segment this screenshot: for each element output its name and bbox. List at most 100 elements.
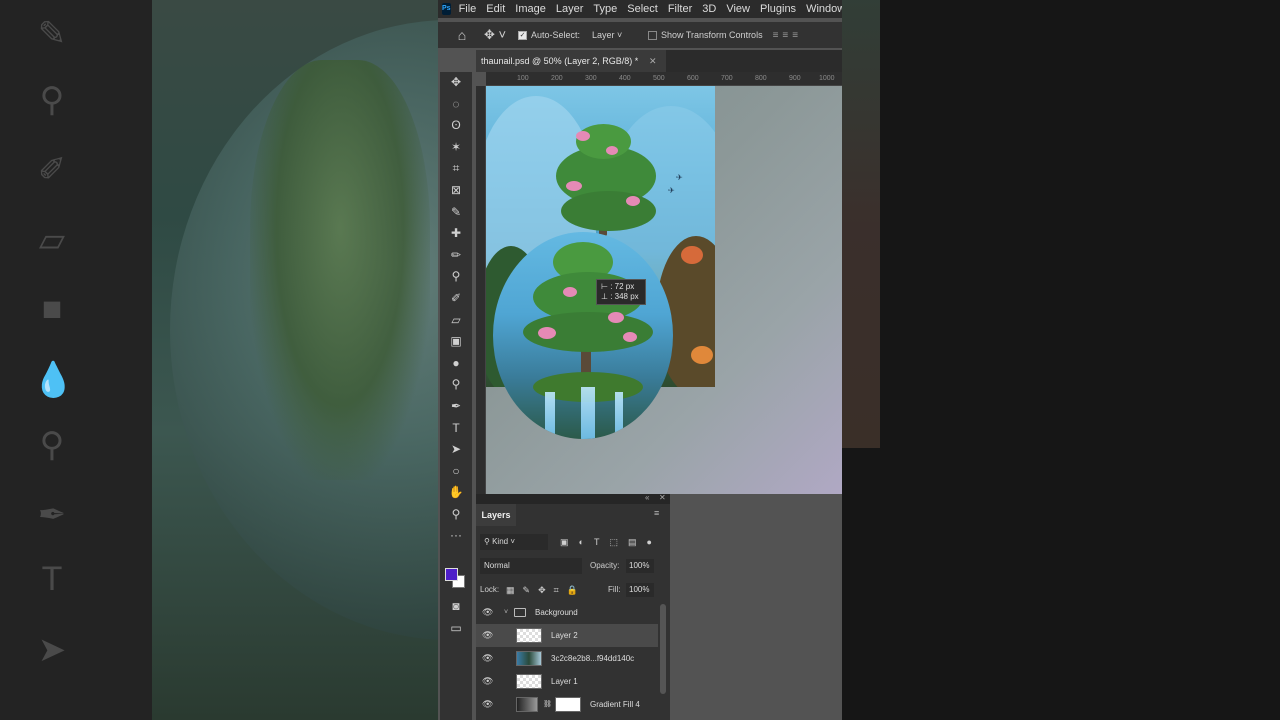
lock-pixels-icon[interactable]: ✎ (523, 582, 531, 598)
frame-tool-icon[interactable]: ⊠ (440, 180, 472, 202)
layer-row-background-group[interactable]: 👁 ˅ Background (476, 601, 658, 624)
lasso-tool-icon[interactable]: ʘ (440, 115, 472, 137)
layer-filter-kind-dropdown[interactable]: ⚲ Kind ˅ (480, 534, 548, 550)
hand-tool-icon[interactable]: ✋ (440, 482, 472, 504)
pen-icon: ✒ (37, 496, 67, 534)
lock-position-icon[interactable]: ✥ (538, 582, 546, 598)
crop-tool-icon[interactable]: ⌗ (440, 158, 472, 180)
collapse-panel-icon[interactable]: « (645, 493, 649, 502)
filter-adjustment-icon[interactable]: ◐ (579, 534, 584, 550)
blend-mode-dropdown[interactable]: Normal (480, 558, 582, 574)
filter-toggle-icon[interactable]: ● (646, 534, 651, 550)
align-icons[interactable]: ≡≡≡ (773, 30, 803, 41)
folder-icon (514, 608, 526, 617)
menu-file[interactable]: File (459, 3, 477, 15)
ruler-tick: 400 (619, 75, 631, 82)
filter-shape-icon[interactable]: ⬚ (609, 534, 618, 550)
menu-3d[interactable]: 3D (702, 3, 716, 15)
menu-select[interactable]: Select (627, 3, 658, 15)
blossom (623, 332, 637, 342)
history-brush-tool-icon[interactable]: ✐ (440, 288, 472, 310)
brush-icon: ✎ (37, 15, 67, 53)
panel-header-strip: « ✕ (476, 493, 670, 504)
eye-icon[interactable]: 👁 (482, 601, 493, 624)
background-zoom-right (842, 0, 1280, 720)
eraser-tool-icon[interactable]: ▱ (440, 310, 472, 332)
photoshop-window: Ps File Edit Image Layer Type Select Fil… (438, 0, 842, 720)
blossom (566, 181, 582, 191)
layers-scrollbar[interactable] (660, 604, 666, 694)
eye-icon[interactable]: 👁 (482, 647, 493, 670)
stamp-tool-icon[interactable]: ⚲ (440, 266, 472, 288)
video-frame: ✎ ⚲ ✐ ▱ ■ 💧 ⚲ ✒ T ➤ Ps File Edit Image L… (0, 0, 1280, 720)
zoom-tool-icon[interactable]: ⚲ (440, 504, 472, 526)
menu-view[interactable]: View (726, 3, 750, 15)
foreground-color-swatch[interactable] (445, 568, 458, 581)
eye-icon[interactable]: 👁 (482, 670, 493, 693)
blur-tool-icon[interactable]: ● (440, 353, 472, 375)
gradient-tool-icon[interactable]: ▣ (440, 331, 472, 353)
ruler-tick: 700 (721, 75, 733, 82)
menu-type[interactable]: Type (593, 3, 617, 15)
eye-icon[interactable]: 👁 (482, 693, 493, 716)
blossom (608, 312, 624, 323)
close-tab-icon[interactable]: ✕ (649, 50, 657, 72)
menu-edit[interactable]: Edit (486, 3, 505, 15)
path-select-tool-icon[interactable]: ➤ (440, 439, 472, 461)
ellipse-tool-icon[interactable]: ○ (440, 461, 472, 483)
dodge-tool-icon[interactable]: ⚲ (440, 374, 472, 396)
background-zoom-left: ✎ ⚲ ✐ ▱ ■ 💧 ⚲ ✒ T ➤ (0, 0, 438, 720)
eyedropper-tool-icon[interactable]: ✎ (440, 202, 472, 224)
chevron-down-icon[interactable]: ˅ (504, 601, 508, 624)
move-tool-preset-icon[interactable]: ✥ ˅ (484, 27, 510, 43)
ruler-tick: 900 (789, 75, 801, 82)
screen-mode-icon[interactable]: ▭ (440, 618, 472, 640)
layer-name: Gradient Fill 4 (590, 700, 640, 709)
panel-menu-icon[interactable]: ≡ (654, 508, 659, 518)
type-tool-icon[interactable]: T (440, 418, 472, 440)
home-icon[interactable]: ⌂ (452, 25, 472, 45)
canvas-workspace[interactable]: ✈ ✈ ⊢ : 72 px ⊥ : 348 px (486, 86, 842, 494)
circle-masked-layer[interactable] (493, 232, 673, 439)
layer-thumbnail (516, 674, 542, 689)
transform-controls-checkbox[interactable] (648, 30, 658, 40)
lock-all-icon[interactable]: 🔒 (567, 582, 578, 598)
layer-row-layer-1[interactable]: 👁 Layer 1 (476, 670, 658, 693)
quick-mask-icon[interactable]: ◙ (440, 596, 472, 618)
layer-row-gradient-fill[interactable]: 👁 ⛓ Gradient Fill 4 (476, 693, 658, 716)
bird: ✈ (676, 173, 683, 182)
layer-row-smart-object[interactable]: 👁 3c2c8e2b8...f94dd140c (476, 647, 658, 670)
path-select-icon: ➤ (37, 631, 67, 669)
filter-smart-object-icon[interactable]: ▤ (628, 534, 637, 550)
gradient-icon: ■ (41, 290, 63, 328)
auto-select-target-dropdown[interactable]: Layer ˅ (588, 28, 632, 42)
lock-artboard-icon[interactable]: ⌗ (554, 582, 559, 598)
menu-window[interactable]: Window (806, 3, 842, 15)
ruler-tick: 800 (755, 75, 767, 82)
opacity-value[interactable]: 100% (626, 559, 654, 573)
brush-tool-icon[interactable]: ✏ (440, 245, 472, 267)
autumn-tree (681, 246, 703, 264)
layer-row-layer-2[interactable]: 👁 Layer 2 (476, 624, 658, 647)
filter-type-icon[interactable]: T (594, 534, 600, 550)
filter-pixel-icon[interactable]: ▣ (560, 534, 569, 550)
marquee-tool-icon[interactable]: ◌ (440, 94, 472, 116)
blend-mode-value: Normal (484, 561, 510, 570)
eye-icon[interactable]: 👁 (482, 624, 493, 647)
tab-layers[interactable]: Layers (476, 504, 516, 526)
menu-plugins[interactable]: Plugins (760, 3, 796, 15)
pen-tool-icon[interactable]: ✒ (440, 396, 472, 418)
more-tools-icon[interactable]: ··· (440, 525, 472, 547)
close-panel-icon[interactable]: ✕ (659, 493, 666, 502)
menu-layer[interactable]: Layer (556, 3, 584, 15)
move-tool-icon[interactable]: ✥ (440, 72, 472, 94)
fill-value[interactable]: 100% (626, 583, 654, 597)
document-tab[interactable]: thaunail.psd @ 50% (Layer 2, RGB/8) * (476, 50, 666, 72)
auto-select-checkbox[interactable]: ✓ (518, 30, 527, 40)
lock-transparent-icon[interactable]: ▦ (506, 582, 515, 598)
ruler-tick: 200 (551, 75, 563, 82)
magic-wand-tool-icon[interactable]: ✶ (440, 137, 472, 159)
healing-tool-icon[interactable]: ✚ (440, 223, 472, 245)
menu-filter[interactable]: Filter (668, 3, 692, 15)
menu-image[interactable]: Image (515, 3, 546, 15)
